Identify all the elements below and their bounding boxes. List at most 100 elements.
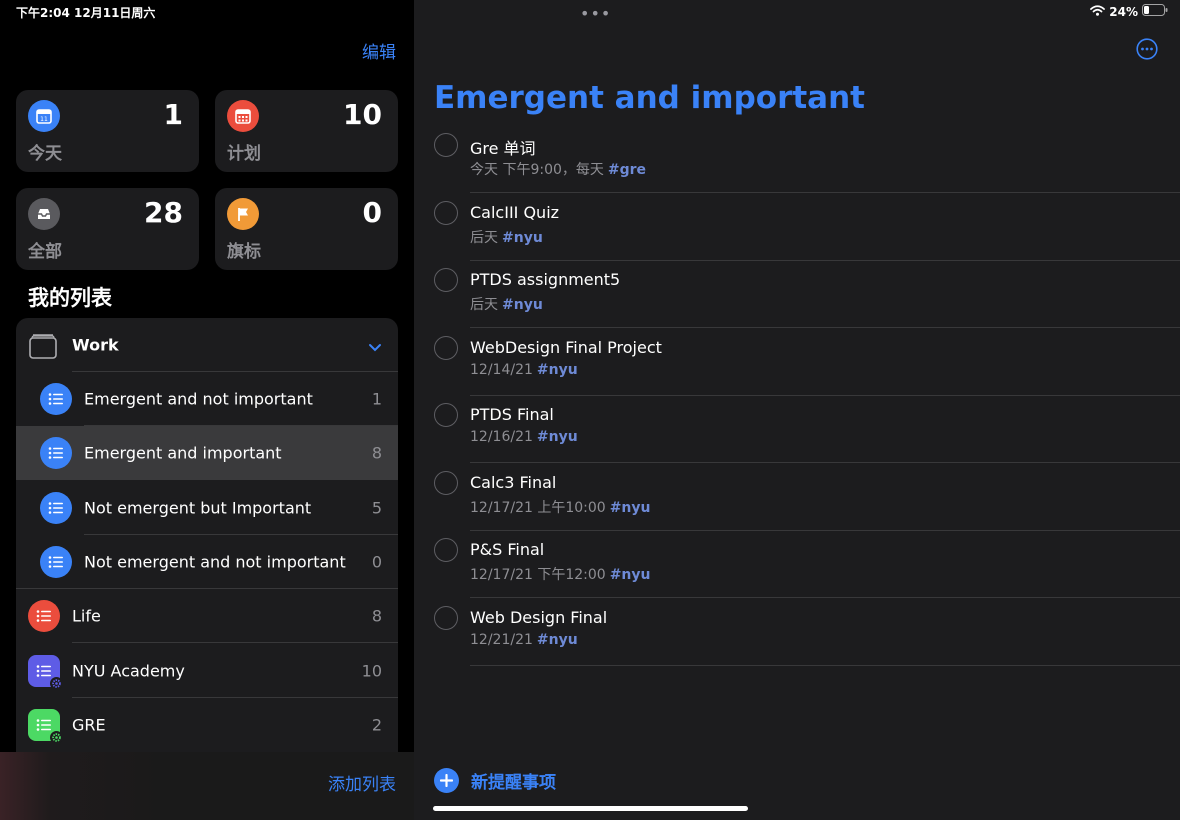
chevron-down-icon[interactable] [368, 338, 382, 357]
task-tag[interactable]: #nyu [537, 362, 578, 378]
complete-checkbox[interactable] [434, 403, 458, 427]
task-tag[interactable]: #nyu [537, 429, 578, 445]
my-lists-title: 我的列表 [28, 286, 112, 310]
task-tag[interactable]: #nyu [502, 230, 543, 246]
gear-icon [50, 677, 63, 690]
list-label: Emergent and not important [84, 389, 313, 409]
list-label: Not emergent but Important [84, 498, 312, 518]
task-title[interactable]: Calc3 Final [470, 473, 556, 492]
shared-list-icon [28, 709, 63, 744]
all-label: 全部 [28, 242, 62, 262]
list-bullet-icon [40, 492, 72, 524]
today-count: 1 [163, 98, 183, 131]
task-meta: 后天 #nyu [470, 227, 543, 247]
shared-list-icon [28, 655, 63, 690]
list-bullet-icon [40, 383, 72, 415]
flagged-count: 0 [362, 196, 382, 229]
flag-icon [227, 198, 259, 230]
task-title[interactable]: P&S Final [470, 540, 544, 559]
complete-checkbox[interactable] [434, 201, 458, 225]
list-item-nyu-academy[interactable]: NYU Academy 10 [16, 644, 398, 698]
task-meta: 后天 #nyu [470, 294, 543, 314]
list-item-gre[interactable]: GRE 2 [16, 698, 398, 752]
list-item-emergent-not-important[interactable]: Emergent and not important 1 [16, 372, 398, 426]
all-count: 28 [144, 196, 183, 229]
list-count: 8 [371, 443, 382, 463]
task-row[interactable]: Gre 单词 今天 下午9:00，每天 #gre [414, 126, 1180, 193]
gear-icon [50, 731, 63, 744]
task-title[interactable]: WebDesign Final Project [470, 338, 662, 357]
list-label: Life [72, 606, 101, 626]
smart-list-today[interactable]: 11 1 今天 [16, 90, 199, 172]
task-due: 12/17/21 上午10:00 [470, 500, 606, 516]
task-meta: 12/21/21 #nyu [470, 632, 578, 648]
scheduled-count: 10 [343, 98, 382, 131]
task-due: 12/17/21 下午12:00 [470, 567, 606, 583]
battery-percent: 24% [1109, 4, 1138, 19]
add-list-button[interactable]: 添加列表 [328, 770, 396, 795]
main-panel: ••• 24% Emergent and important Gre 单词 今天… [414, 0, 1180, 820]
smart-list-all[interactable]: 28 全部 [16, 188, 199, 270]
folder-group-icon [28, 330, 58, 360]
new-reminder-button[interactable]: 新提醒事项 [434, 768, 556, 793]
edit-button[interactable]: 编辑 [362, 38, 396, 63]
complete-checkbox[interactable] [434, 538, 458, 562]
group-label-work: Work [72, 335, 119, 355]
task-row[interactable]: WebDesign Final Project 12/14/21 #nyu [414, 329, 1180, 396]
task-row[interactable]: CalcIII Quiz 后天 #nyu [414, 194, 1180, 261]
task-tag[interactable]: #gre [608, 162, 646, 178]
complete-checkbox[interactable] [434, 133, 458, 157]
list-label: NYU Academy [72, 661, 185, 681]
sidebar: 下午2:04 12月11日周六 编辑 11 1 今天 10 计划 28 全部 0… [0, 0, 414, 820]
task-tag[interactable]: #nyu [610, 500, 651, 516]
task-meta: 12/17/21 下午12:00 #nyu [470, 564, 650, 584]
task-tag[interactable]: #nyu [537, 632, 578, 648]
complete-checkbox[interactable] [434, 606, 458, 630]
list-bullet-icon [28, 600, 60, 632]
complete-checkbox[interactable] [434, 336, 458, 360]
list-bullet-icon [40, 546, 72, 578]
smart-list-scheduled[interactable]: 10 计划 [215, 90, 398, 172]
task-meta: 今天 下午9:00，每天 #gre [470, 159, 646, 179]
list-group-work[interactable]: Work [16, 318, 398, 372]
task-title[interactable]: Gre 单词 [470, 135, 536, 159]
task-row[interactable]: Web Design Final 12/21/21 #nyu [414, 599, 1180, 666]
scheduled-label: 计划 [227, 144, 261, 164]
task-due: 12/21/21 [470, 632, 533, 648]
task-tag[interactable]: #nyu [502, 297, 543, 313]
complete-checkbox[interactable] [434, 268, 458, 292]
list-item-life[interactable]: Life 8 [16, 589, 398, 643]
task-meta: 12/16/21 #nyu [470, 429, 578, 445]
task-due: 后天 [470, 297, 498, 313]
task-title[interactable]: PTDS Final [470, 405, 554, 424]
multitask-dots[interactable]: ••• [580, 4, 611, 23]
list-count: 0 [371, 552, 382, 572]
today-label: 今天 [28, 144, 62, 164]
task-title[interactable]: CalcIII Quiz [470, 203, 559, 222]
task-row[interactable]: PTDS assignment5 后天 #nyu [414, 261, 1180, 328]
list-item-not-emergent-not-important[interactable]: Not emergent and not important 0 [16, 535, 398, 589]
task-row[interactable]: Calc3 Final 12/17/21 上午10:00 #nyu [414, 464, 1180, 531]
more-options-icon[interactable] [1136, 38, 1158, 60]
task-row[interactable]: PTDS Final 12/16/21 #nyu [414, 396, 1180, 463]
list-item-emergent-important[interactable]: Emergent and important 8 [16, 426, 398, 480]
list-count: 5 [371, 498, 382, 518]
home-indicator[interactable] [433, 806, 748, 811]
task-title[interactable]: PTDS assignment5 [470, 270, 620, 289]
status-right: 24% [1090, 4, 1168, 19]
smart-list-flagged[interactable]: 0 旗标 [215, 188, 398, 270]
new-reminder-label: 新提醒事项 [471, 773, 556, 793]
inbox-tray-icon [28, 198, 60, 230]
battery-icon [1142, 4, 1168, 19]
complete-checkbox[interactable] [434, 471, 458, 495]
task-tag[interactable]: #nyu [610, 567, 651, 583]
list-item-not-emergent-important[interactable]: Not emergent but Important 5 [16, 481, 398, 535]
task-due: 后天 [470, 230, 498, 246]
task-row[interactable]: P&S Final 12/17/21 下午12:00 #nyu [414, 531, 1180, 598]
wifi-icon [1090, 4, 1106, 19]
row-separator [470, 327, 1180, 328]
task-title[interactable]: Web Design Final [470, 608, 607, 627]
row-separator [470, 462, 1180, 463]
task-due: 12/14/21 [470, 362, 533, 378]
list-bullet-icon [40, 437, 72, 469]
